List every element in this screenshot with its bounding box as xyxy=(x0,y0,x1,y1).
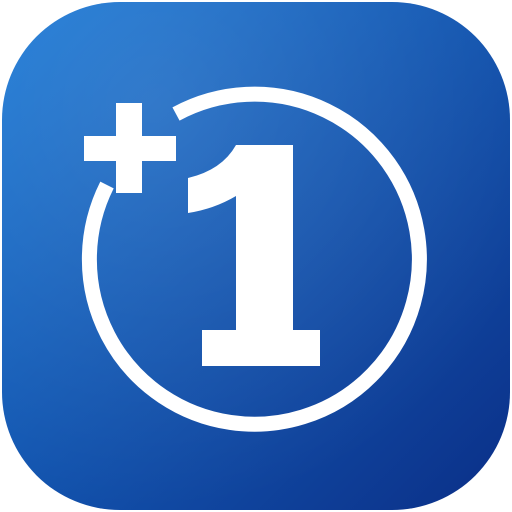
plus-one-icon[interactable] xyxy=(0,0,512,512)
app-icon-stage: + 1 xyxy=(0,0,512,512)
plus-sign-vertical xyxy=(116,103,142,193)
